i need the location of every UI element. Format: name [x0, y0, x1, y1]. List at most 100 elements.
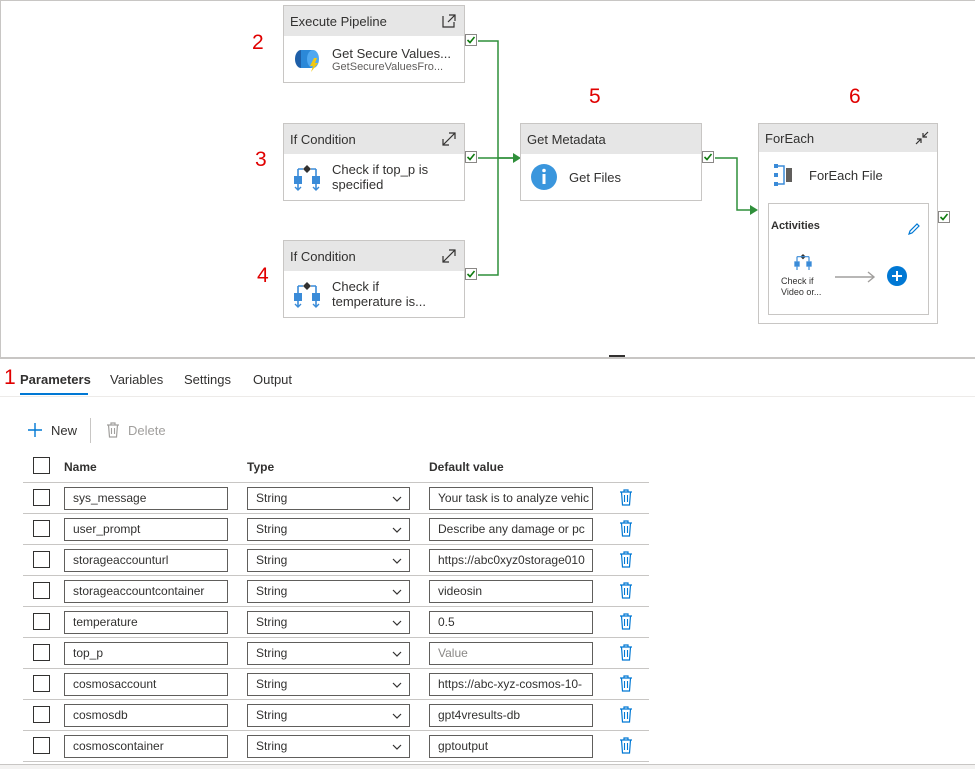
success-port[interactable] [702, 151, 714, 163]
inner-activity-name-line1: Check if [781, 276, 814, 286]
row-checkbox[interactable] [33, 520, 50, 537]
trash-icon[interactable] [619, 551, 633, 573]
parameter-name-input[interactable]: top_p [64, 642, 228, 665]
row-checkbox[interactable] [33, 644, 50, 661]
arrow-right-icon [835, 270, 877, 288]
tab-settings[interactable]: Settings [184, 372, 231, 387]
parameter-type-select[interactable]: String [247, 611, 410, 634]
parameter-default-value-input[interactable]: Value [429, 642, 593, 665]
execute-pipeline-icon [292, 44, 322, 74]
add-activity-button[interactable] [887, 266, 907, 291]
parameter-name-input[interactable]: temperature [64, 611, 228, 634]
row-checkbox[interactable] [33, 551, 50, 568]
activity-if-condition-top-p[interactable]: If Condition Check if top_p is specified [283, 123, 465, 201]
activities-label: Activities [771, 220, 820, 232]
parameter-name-input[interactable]: cosmoscontainer [64, 735, 228, 758]
table-row: cosmosaccount String https://abc-xyz-cosmo… [23, 669, 649, 700]
activity-type-label: ForEach [765, 130, 815, 146]
parameter-name-input[interactable]: storageaccountcontainer [64, 580, 228, 603]
success-port[interactable] [938, 211, 950, 223]
parameter-type-value: String [256, 553, 288, 567]
parameter-type-select[interactable]: String [247, 580, 410, 603]
if-condition-icon [292, 279, 322, 309]
parameter-type-value: String [256, 584, 288, 598]
table-row: cosmoscontainer String gptoutput [23, 731, 649, 762]
pencil-icon[interactable] [907, 222, 921, 241]
parameter-default-value-input[interactable]: 0.5 [429, 611, 593, 634]
parameter-default-value-input[interactable]: https://abc-xyz-cosmos-10- [429, 673, 593, 696]
row-checkbox[interactable] [33, 706, 50, 723]
plus-icon [28, 423, 42, 437]
parameter-type-select[interactable]: String [247, 487, 410, 510]
parameter-default-value-input[interactable]: gpt4vresults-db [429, 704, 593, 727]
parameter-default-value-input[interactable]: https://abc0xyz0storage010 [429, 549, 593, 572]
parameter-default-value-input[interactable]: gptoutput [429, 735, 593, 758]
row-checkbox[interactable] [33, 489, 50, 506]
activity-type-label: Execute Pipeline [290, 13, 387, 29]
trash-icon[interactable] [619, 613, 633, 635]
activity-if-condition-temperature[interactable]: If Condition Check if temperature is... [283, 240, 465, 318]
trash-icon[interactable] [619, 520, 633, 542]
delete-button[interactable]: Delete [106, 422, 166, 438]
activity-foreach[interactable]: ForEach ForEach File Activities Check if… [758, 123, 938, 324]
parameter-name-input[interactable]: cosmosaccount [64, 673, 228, 696]
parameter-name-input[interactable]: user_prompt [64, 518, 228, 541]
activity-type-label: If Condition [290, 248, 356, 264]
tab-variables[interactable]: Variables [110, 372, 163, 387]
parameter-type-select[interactable]: String [247, 673, 410, 696]
check-icon [466, 36, 476, 44]
expand-icon[interactable] [440, 130, 458, 148]
trash-icon[interactable] [619, 644, 633, 666]
parameter-default-value-input[interactable]: Your task is to analyze vehic [429, 487, 593, 510]
parameter-type-value: String [256, 739, 288, 753]
chevron-down-icon [392, 527, 402, 533]
check-icon [703, 153, 713, 161]
parameter-type-select[interactable]: String [247, 549, 410, 572]
chevron-down-icon [392, 682, 402, 688]
external-link-icon[interactable] [440, 12, 458, 30]
new-button[interactable]: New [27, 422, 77, 438]
table-row: cosmosdb String gpt4vresults-db [23, 700, 649, 731]
activity-name-line2: specified [332, 177, 384, 192]
trash-icon[interactable] [619, 489, 633, 511]
trash-icon[interactable] [619, 706, 633, 728]
collapse-icon[interactable] [913, 129, 931, 147]
activity-execute-pipeline[interactable]: Execute Pipeline Get Secure Values... Ge… [283, 5, 465, 83]
row-checkbox[interactable] [33, 582, 50, 599]
parameter-name-input[interactable]: cosmosdb [64, 704, 228, 727]
row-checkbox[interactable] [33, 737, 50, 754]
tab-output[interactable]: Output [253, 372, 292, 387]
row-checkbox[interactable] [33, 613, 50, 630]
if-condition-icon [292, 162, 322, 192]
foreach-activities-container[interactable]: Activities Check if Video or... [768, 203, 929, 315]
parameter-type-select[interactable]: String [247, 704, 410, 727]
trash-icon[interactable] [619, 675, 633, 697]
column-header-type: Type [247, 460, 275, 474]
table-row: temperature String 0.5 [23, 607, 649, 638]
success-port[interactable] [465, 34, 477, 46]
chevron-down-icon [392, 620, 402, 626]
parameter-type-select[interactable]: String [247, 735, 410, 758]
panel-splitter[interactable] [0, 357, 975, 359]
step-number-5: 5 [589, 85, 601, 108]
parameter-name-input[interactable]: sys_message [64, 487, 228, 510]
parameter-default-value-input[interactable]: videosin [429, 580, 593, 603]
expand-icon[interactable] [440, 247, 458, 265]
parameter-type-select[interactable]: String [247, 642, 410, 665]
parameter-type-value: String [256, 677, 288, 691]
select-all-checkbox[interactable] [33, 457, 50, 474]
success-port[interactable] [465, 268, 477, 280]
tab-parameters[interactable]: Parameters [20, 372, 91, 387]
parameter-name-input[interactable]: storageaccounturl [64, 549, 228, 572]
activity-type-label: If Condition [290, 131, 356, 147]
foreach-icon [769, 160, 799, 190]
parameter-default-value-input[interactable]: Describe any damage or pc [429, 518, 593, 541]
trash-icon[interactable] [619, 582, 633, 604]
trash-icon[interactable] [619, 737, 633, 759]
parameter-type-select[interactable]: String [247, 518, 410, 541]
splitter-handle[interactable] [609, 355, 625, 357]
activity-get-metadata[interactable]: Get Metadata Get Files [520, 123, 702, 201]
activity-type-label: Get Metadata [527, 131, 606, 147]
success-port[interactable] [465, 151, 477, 163]
row-checkbox[interactable] [33, 675, 50, 692]
